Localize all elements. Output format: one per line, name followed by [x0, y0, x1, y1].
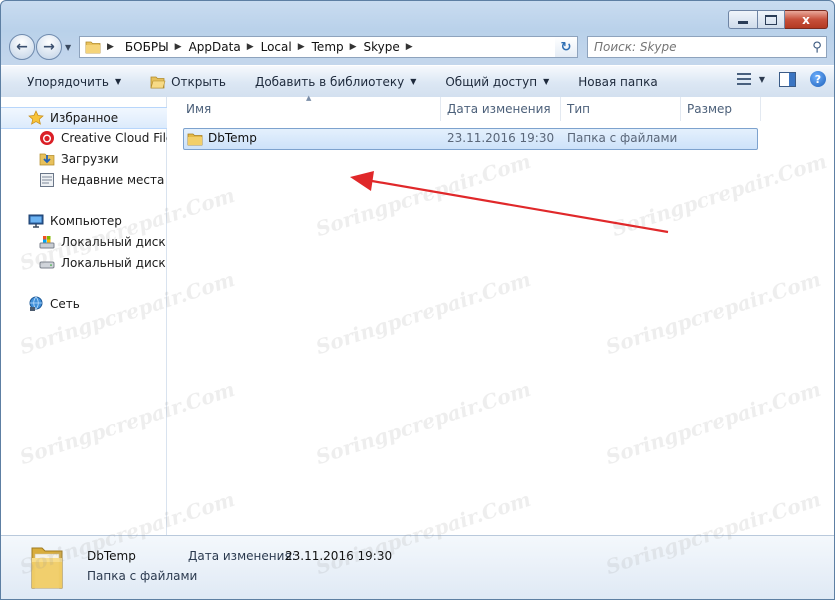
- view-icon: [736, 73, 751, 85]
- sidebar-item-label: Загрузки: [61, 152, 119, 166]
- column-header-label: Дата изменения: [447, 102, 551, 116]
- help-button[interactable]: ?: [810, 71, 826, 87]
- column-header-label: Тип: [567, 102, 590, 116]
- sidebar-item-network[interactable]: Сеть: [1, 294, 193, 314]
- sidebar-item-label: Сеть: [50, 297, 80, 311]
- new-folder-button[interactable]: Новая папка: [562, 66, 670, 97]
- breadcrumb-item[interactable]: Temp: [312, 40, 344, 54]
- sidebar-item-label: Избранное: [50, 111, 119, 125]
- search-icon[interactable]: ⚲: [808, 40, 826, 55]
- file-name: DbTemp: [208, 131, 257, 145]
- sidebar-item-label: Creative Cloud Files: [61, 131, 180, 145]
- forward-arrow-icon: →: [43, 39, 55, 55]
- navigation-buttons: ← → ▼: [9, 34, 71, 60]
- table-row[interactable]: DbTemp 23.11.2016 19:30 Папка с файлами: [183, 128, 758, 150]
- breadcrumb-separator[interactable]: ▶: [350, 42, 357, 52]
- share-button[interactable]: Общий доступ ▼: [429, 66, 562, 97]
- breadcrumb-separator[interactable]: ▶: [107, 42, 114, 52]
- change-view-button[interactable]: ▼: [736, 73, 765, 85]
- column-header-type[interactable]: Тип: [561, 97, 681, 121]
- chevron-down-icon: ▼: [114, 77, 122, 86]
- minimize-icon: [738, 21, 748, 24]
- details-pane: DbTemp Папка с файлами Дата изменения: 2…: [1, 535, 834, 599]
- column-header-name[interactable]: Имя: [180, 97, 441, 121]
- open-folder-icon: [150, 76, 166, 88]
- column-header-label: Размер: [687, 102, 733, 116]
- sidebar-item-computer[interactable]: Компьютер: [1, 211, 193, 231]
- close-button[interactable]: x: [785, 10, 828, 29]
- new-folder-label: Новая папка: [578, 74, 658, 89]
- explorer-window: x ← → ▼ ▶ БОБРЫ ▶ AppData ▶ Local ▶ Temp ▶ S…: [0, 0, 835, 600]
- drive-c-icon: [39, 234, 55, 250]
- breadcrumb-separator[interactable]: ▶: [175, 42, 182, 52]
- downloads-icon: [39, 151, 55, 167]
- breadcrumb-item[interactable]: AppData: [189, 40, 241, 54]
- folder-icon: [187, 133, 203, 146]
- maximize-icon: [765, 14, 777, 25]
- file-type: Папка с файлами: [567, 131, 678, 145]
- recent-places-icon: [39, 172, 55, 188]
- share-label: Общий доступ: [445, 74, 538, 89]
- add-to-library-button[interactable]: Добавить в библиотеку ▼: [239, 66, 429, 97]
- add-to-library-label: Добавить в библиотеку: [254, 74, 405, 89]
- sidebar-item-label: Компьютер: [50, 214, 122, 228]
- search-input[interactable]: [588, 39, 808, 55]
- command-bar-right: ▼ ?: [736, 71, 826, 87]
- details-date-value: 23.11.2016 19:30: [285, 549, 393, 563]
- network-icon: [28, 296, 44, 312]
- refresh-button[interactable]: ↻: [555, 36, 578, 58]
- breadcrumb-separator[interactable]: ▶: [247, 42, 254, 52]
- drive-d-icon: [39, 255, 55, 271]
- organize-button[interactable]: Упорядочить ▼: [1, 66, 134, 97]
- details-file-type: Папка с файлами: [87, 569, 198, 583]
- command-bar: Упорядочить ▼ Открыть Добавить в библиоте…: [1, 65, 834, 98]
- open-button[interactable]: Открыть: [134, 66, 239, 97]
- computer-icon: [28, 213, 44, 229]
- organize-label: Упорядочить: [27, 74, 109, 89]
- star-icon: [28, 110, 44, 126]
- help-icon: ?: [814, 72, 822, 86]
- folder-icon: [85, 41, 101, 54]
- minimize-button[interactable]: [728, 10, 758, 29]
- preview-pane-button[interactable]: [779, 71, 796, 87]
- file-list: ▲ Имя Дата изменения Тип Размер DbTemp 2…: [167, 94, 834, 535]
- breadcrumb-separator[interactable]: ▶: [406, 42, 413, 52]
- file-date: 23.11.2016 19:30: [447, 131, 555, 145]
- creative-cloud-icon: [39, 130, 55, 146]
- sidebar-item-label: Локальный диск (C: [61, 235, 183, 249]
- details-file-name: DbTemp: [87, 549, 136, 563]
- recent-pages-dropdown[interactable]: ▼: [65, 43, 71, 52]
- sidebar-item-label: Локальный диск (D: [61, 256, 184, 270]
- back-button[interactable]: ←: [9, 34, 35, 60]
- breadcrumb-item[interactable]: БОБРЫ: [125, 40, 169, 54]
- details-date-label: Дата изменения:: [188, 549, 296, 563]
- column-header-date[interactable]: Дата изменения: [441, 97, 561, 121]
- chevron-down-icon: ▼: [410, 77, 417, 86]
- navigation-pane: Избранное Creative Cloud Files Загрузки …: [1, 97, 192, 535]
- close-icon: x: [802, 12, 810, 27]
- chevron-down-icon: ▼: [543, 77, 550, 86]
- folder-icon: [31, 547, 63, 589]
- breadcrumb-item[interactable]: Local: [261, 40, 292, 54]
- open-label: Открыть: [171, 74, 226, 89]
- maximize-button[interactable]: [758, 10, 785, 29]
- sidebar-item-favorites[interactable]: Избранное: [1, 107, 192, 129]
- chevron-down-icon: ▼: [758, 74, 765, 84]
- breadcrumb-item[interactable]: Skype: [364, 40, 400, 54]
- sidebar-item-label: Недавние места: [61, 173, 165, 187]
- address-bar[interactable]: ▶ БОБРЫ▶ AppData▶ Local▶ Temp▶ Skype▶ ▼: [79, 36, 576, 58]
- window-controls: x: [728, 10, 828, 29]
- column-header-label: Имя: [186, 102, 212, 116]
- breadcrumb: БОБРЫ ▶ AppData ▶ Local ▶ Temp ▶ Skype ▶: [125, 40, 556, 54]
- column-header-size[interactable]: Размер: [681, 97, 761, 121]
- back-arrow-icon: ←: [16, 39, 28, 55]
- forward-button[interactable]: →: [36, 34, 62, 60]
- breadcrumb-separator[interactable]: ▶: [298, 42, 305, 52]
- search-box: ⚲: [587, 36, 827, 58]
- refresh-icon: ↻: [560, 39, 572, 55]
